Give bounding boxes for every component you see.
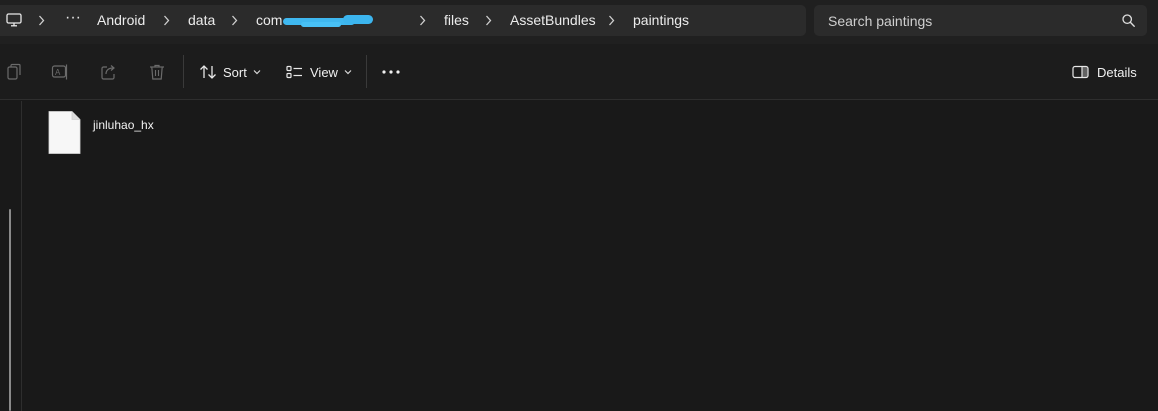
file-list[interactable]: jinluhao_hx xyxy=(23,101,1158,411)
view-button[interactable]: View xyxy=(286,58,352,86)
address-row: ··· Android data com files AssetBundles … xyxy=(0,0,1158,44)
view-icon xyxy=(286,65,302,79)
file-name: jinluhao_hx xyxy=(93,118,154,132)
delete-icon[interactable] xyxy=(148,63,166,81)
file-item[interactable]: jinluhao_hx xyxy=(45,109,195,157)
redaction-scribble xyxy=(283,15,393,27)
breadcrumb-files[interactable]: files xyxy=(444,5,469,36)
command-bar: A Sort View Details xyxy=(0,44,1158,100)
breadcrumb-data[interactable]: data xyxy=(188,5,215,36)
details-button[interactable]: Details xyxy=(1072,58,1137,86)
blank-file-icon xyxy=(48,111,81,154)
navigation-scrollbar[interactable] xyxy=(9,209,11,411)
copy-icon[interactable] xyxy=(4,63,22,81)
sort-icon xyxy=(200,65,216,79)
search-icon[interactable] xyxy=(1122,14,1135,27)
search-input[interactable] xyxy=(814,5,1114,36)
toolbar-divider xyxy=(366,55,367,88)
breadcrumb-package[interactable]: com xyxy=(256,5,282,36)
breadcrumb-overflow[interactable]: ··· xyxy=(65,5,81,36)
details-pane-icon xyxy=(1072,65,1089,79)
more-options-icon[interactable] xyxy=(380,58,402,86)
chevron-down-icon xyxy=(344,70,352,75)
sort-button[interactable]: Sort xyxy=(199,58,261,86)
breadcrumb-assetbundles[interactable]: AssetBundles xyxy=(510,5,596,36)
address-bar[interactable]: ··· Android data com files AssetBundles … xyxy=(0,5,806,36)
view-label: View xyxy=(310,64,338,80)
rename-icon[interactable]: A xyxy=(51,63,69,81)
this-pc-icon[interactable] xyxy=(6,13,22,27)
chevron-down-icon xyxy=(253,70,261,75)
details-label: Details xyxy=(1097,64,1137,80)
breadcrumb-android[interactable]: Android xyxy=(97,5,145,36)
breadcrumb-paintings[interactable]: paintings xyxy=(633,5,689,36)
share-icon[interactable] xyxy=(100,63,118,81)
navigation-pane[interactable] xyxy=(0,101,22,411)
svg-text:A: A xyxy=(55,68,61,77)
sort-label: Sort xyxy=(223,64,247,80)
search-box[interactable] xyxy=(814,5,1147,36)
toolbar-divider xyxy=(183,55,184,88)
